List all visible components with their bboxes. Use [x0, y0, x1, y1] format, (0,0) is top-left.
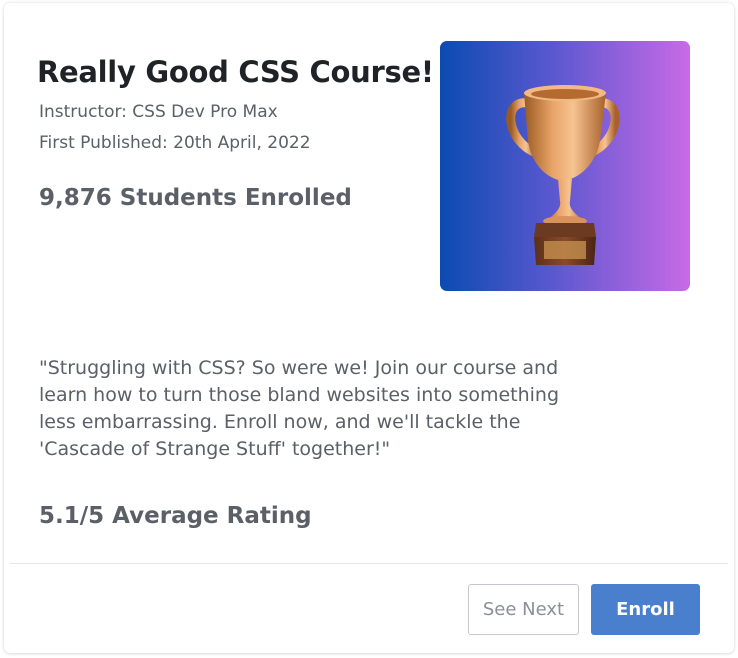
course-image — [440, 41, 690, 291]
trophy-icon — [506, 85, 620, 265]
students-enrolled: 9,876 Students Enrolled — [39, 185, 352, 211]
course-title: Really Good CSS Course! — [37, 55, 434, 89]
footer-divider — [10, 563, 728, 564]
published-date: First Published: 20th April, 2022 — [39, 133, 311, 153]
instructor-text: Instructor: CSS Dev Pro Max — [39, 102, 278, 122]
enroll-button[interactable]: Enroll — [591, 584, 700, 635]
average-rating: 5.1/5 Average Rating — [39, 503, 312, 529]
course-description: "Struggling with CSS? So were we! Join o… — [39, 357, 560, 460]
course-card: Really Good CSS Course! Instructor: CSS … — [4, 3, 734, 653]
see-next-button[interactable]: See Next — [468, 584, 579, 635]
